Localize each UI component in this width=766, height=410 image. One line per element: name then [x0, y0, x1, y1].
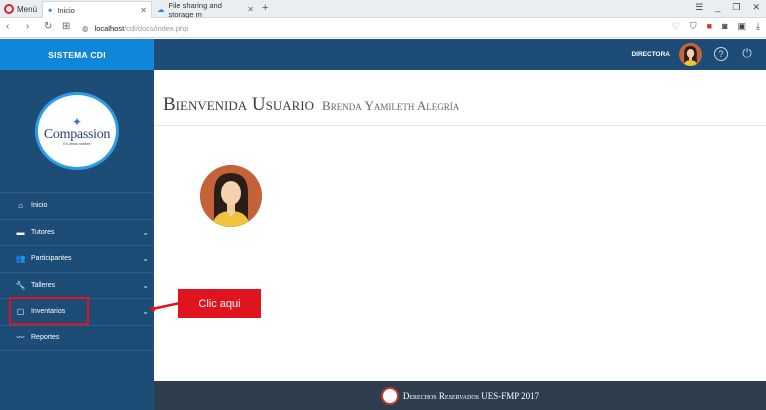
sidebar-item-reportes[interactable]: 〰 Reportes: [0, 324, 154, 351]
opera-logo-icon: [4, 4, 14, 14]
compassion-logo: ✦ Compassion En Jesús nombre: [35, 92, 119, 170]
logo-text: Compassion: [43, 127, 111, 142]
brand-title[interactable]: SISTEMA CDI: [0, 39, 154, 70]
page-title: Bienvenida Usuario Brenda Yamileth Alegr…: [163, 94, 459, 116]
new-tab-button[interactable]: +: [262, 2, 268, 14]
avatar-illustration: [679, 43, 702, 66]
window-controls: ☰ _ ❐ ✕: [695, 2, 760, 13]
cloud-icon: ☁: [157, 5, 165, 14]
people-icon: 👥: [15, 254, 26, 264]
runner-icon: ✦: [47, 5, 54, 15]
main-content: Bienvenida Usuario Brenda Yamileth Alegr…: [154, 70, 766, 381]
sidebar-item-tutores[interactable]: ▬ Tutores ⌄: [0, 218, 154, 246]
help-icon[interactable]: ?: [714, 47, 728, 61]
home-icon: ⌂: [18, 201, 23, 211]
browser-menu-button[interactable]: Menú: [4, 2, 37, 16]
speed-dial-icon[interactable]: ⊞: [62, 21, 70, 32]
sidebar-item-talleres[interactable]: 🔧 Talleres ⌄: [0, 271, 154, 299]
logo-area: ✦ Compassion En Jesús nombre: [0, 70, 154, 192]
chart-line-icon: 〰: [16, 333, 25, 343]
divider: [154, 125, 766, 126]
logo-tagline: En Jesús nombre: [63, 142, 91, 146]
camera-icon[interactable]: ◙: [722, 21, 727, 32]
reportes-highlight-box: [9, 297, 89, 325]
user-avatar[interactable]: [679, 43, 702, 66]
browser-tab-bar: Menú ✦ Inicio ✕ ☁ File sharing and stora…: [0, 0, 766, 19]
url-host: localhost: [94, 23, 125, 33]
user-role[interactable]: DIRECTORA: [631, 51, 670, 58]
footer-copyright: Derechos Reservados UES-FMP 2017: [402, 390, 540, 401]
extension-icons: ♡ ⛉ ■ ◙ ▣ ⤓: [672, 21, 760, 32]
briefcase-icon: ▬: [16, 227, 25, 237]
restore-icon[interactable]: ❐: [732, 2, 740, 13]
avatar-illustration: [200, 165, 262, 227]
browser-menu-label: Menú: [17, 4, 38, 14]
sidebar-item-label: Inicio: [31, 202, 48, 210]
sidebar-item-label: Talleres: [31, 281, 56, 289]
back-icon[interactable]: ‹: [6, 21, 9, 32]
shield-icon[interactable]: ⛉: [690, 21, 697, 32]
globe-icon: ◍: [82, 23, 89, 33]
browser-address-bar: ‹ › ↻ ⊞ ◍ localhost/cdi/docs/index.php ♡…: [0, 18, 766, 38]
tab-inicio[interactable]: ✦ Inicio ✕: [42, 1, 152, 18]
sidebar: SISTEMA CDI ✦ Compassion En Jesús nombre…: [0, 39, 154, 410]
url-path: /cdi/docs/index.php: [124, 23, 189, 33]
minimize-icon[interactable]: _: [715, 2, 720, 13]
snapshot-icon[interactable]: ▣: [738, 21, 747, 32]
close-tab-icon[interactable]: ✕: [140, 6, 147, 15]
tab-file-sharing[interactable]: ☁ File sharing and storage m ✕: [153, 0, 258, 19]
sidebar-item-participantes[interactable]: 👥 Participantes ⌄: [0, 245, 154, 272]
click-here-callout: Clic aqui: [178, 289, 261, 318]
tab-label: File sharing and storage m: [168, 0, 222, 19]
tab-label: Inicio: [57, 5, 75, 15]
profile-avatar: [200, 165, 262, 227]
extension-icon[interactable]: ■: [707, 21, 712, 32]
sidebar-item-label: Participantes: [31, 255, 72, 263]
university-seal-icon: [380, 386, 399, 405]
download-icon[interactable]: ⤓: [756, 21, 760, 32]
close-window-icon[interactable]: ✕: [752, 2, 760, 13]
footer: Derechos Reservados UES-FMP 2017: [154, 381, 766, 410]
top-navbar: DIRECTORA ? ⏻: [154, 39, 766, 70]
url-field[interactable]: ◍ localhost/cdi/docs/index.php: [82, 21, 667, 35]
sidebar-item-label: Reportes: [31, 334, 60, 342]
sidebar-item-inicio[interactable]: ⌂ Inicio: [0, 192, 154, 219]
power-icon[interactable]: ⏻: [740, 46, 754, 60]
welcome-title: Bienvenida Usuario: [163, 94, 315, 115]
close-tab-icon[interactable]: ✕: [247, 5, 254, 14]
chevron-down-icon: ⌄: [142, 280, 149, 290]
chevron-down-icon: ⌄: [142, 254, 149, 264]
forward-icon[interactable]: ›: [26, 21, 29, 32]
welcome-user-name: Brenda Yamileth Alegría: [322, 98, 460, 113]
reload-icon[interactable]: ↻: [44, 21, 52, 32]
heart-icon[interactable]: ♡: [672, 21, 680, 32]
sidebar-item-label: Tutores: [31, 228, 55, 236]
wrench-icon: 🔧: [15, 280, 26, 290]
tab-menu-icon[interactable]: ☰: [695, 2, 703, 13]
chevron-down-icon: ⌄: [142, 227, 149, 237]
chevron-down-icon: ⌄: [142, 307, 149, 317]
